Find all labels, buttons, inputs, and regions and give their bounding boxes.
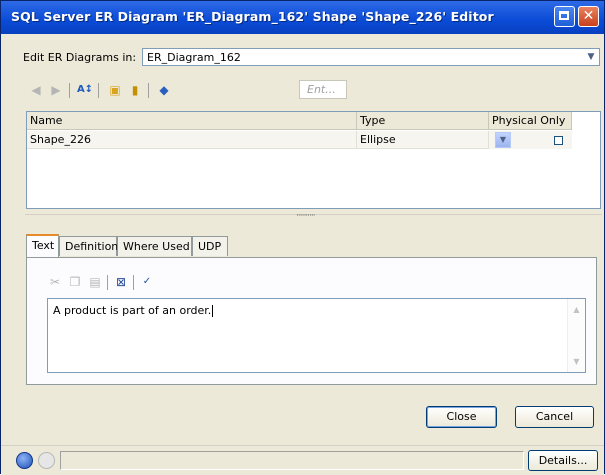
first-record-icon[interactable]: ◀: [27, 81, 45, 99]
scroll-up-icon[interactable]: ▲: [568, 301, 585, 318]
toolbar-separator: [148, 83, 149, 98]
close-button[interactable]: Close: [426, 406, 497, 428]
column-header-name[interactable]: Name: [27, 112, 357, 130]
grip-icon: ··········: [296, 211, 316, 221]
expand-editor-icon[interactable]: ⊠: [113, 274, 129, 290]
cell-name[interactable]: Shape_226: [27, 131, 357, 149]
chevron-down-icon[interactable]: ▼: [583, 49, 599, 65]
chevron-down-icon[interactable]: ▼: [495, 132, 511, 148]
next-record-icon[interactable]: ▶: [47, 81, 65, 99]
close-icon: ✕: [582, 8, 595, 24]
tab-definition[interactable]: Definition: [59, 236, 118, 256]
maximize-button[interactable]: [554, 6, 575, 27]
filter-input[interactable]: Ent...: [299, 80, 347, 99]
close-window-button[interactable]: ✕: [578, 6, 599, 27]
copy-icon[interactable]: ❐: [67, 274, 83, 290]
toolbar-separator: [133, 275, 134, 290]
status-bar: Details...: [1, 445, 604, 475]
physical-only-checkbox[interactable]: [554, 136, 563, 145]
toolbar-separator: [98, 83, 99, 98]
navigate-forward-icon[interactable]: [38, 452, 55, 469]
description-text: A product is part of an order.: [53, 304, 212, 317]
toolbar-separator: [69, 83, 70, 98]
cancel-button[interactable]: Cancel: [515, 406, 594, 428]
toolbar-separator: [107, 275, 108, 290]
description-textarea[interactable]: A product is part of an order. ▲ ▼: [47, 298, 586, 373]
diagram-select-value: ER_Diagram_162: [147, 51, 241, 64]
details-button[interactable]: Details...: [528, 450, 598, 471]
text-tab-panel: ✂ ❐ ▤ ⊠ ✓ A product is part of an order.…: [26, 257, 597, 385]
tab-udp[interactable]: UDP: [192, 236, 228, 256]
editor-window: SQL Server ER Diagram 'ER_Diagram_162' S…: [0, 0, 605, 475]
cut-icon[interactable]: ✂: [47, 274, 63, 290]
tab-where-used[interactable]: Where Used: [117, 236, 192, 256]
window-title: SQL Server ER Diagram 'ER_Diagram_162' S…: [11, 9, 494, 24]
properties-icon[interactable]: ◆: [155, 81, 173, 99]
navigate-back-icon[interactable]: [16, 452, 33, 469]
paste-icon[interactable]: ▤: [87, 274, 103, 290]
diagram-select[interactable]: ER_Diagram_162 ▼: [142, 48, 600, 66]
pane-splitter[interactable]: ··········: [25, 211, 602, 221]
scroll-down-icon[interactable]: ▼: [568, 353, 585, 370]
tab-text[interactable]: Text: [26, 234, 59, 257]
vertical-scrollbar[interactable]: ▲ ▼: [567, 299, 585, 372]
title-bar[interactable]: SQL Server ER Diagram 'ER_Diagram_162' S…: [1, 1, 604, 34]
delete-icon[interactable]: ▮: [126, 81, 144, 99]
edit-in-label: Edit ER Diagrams in:: [23, 51, 137, 64]
cell-type[interactable]: Ellipse: [357, 131, 489, 149]
shape-grid: Name Type Physical Only Shape_226 Ellips…: [26, 111, 601, 209]
status-message-field: [60, 451, 524, 470]
sort-icon[interactable]: A↕: [76, 81, 94, 99]
new-item-icon[interactable]: ▣: [106, 81, 124, 99]
column-header-type[interactable]: Type: [357, 112, 489, 130]
column-header-physical-only[interactable]: Physical Only: [489, 112, 572, 130]
text-caret: [212, 305, 214, 317]
spell-check-icon[interactable]: ✓: [139, 274, 155, 290]
